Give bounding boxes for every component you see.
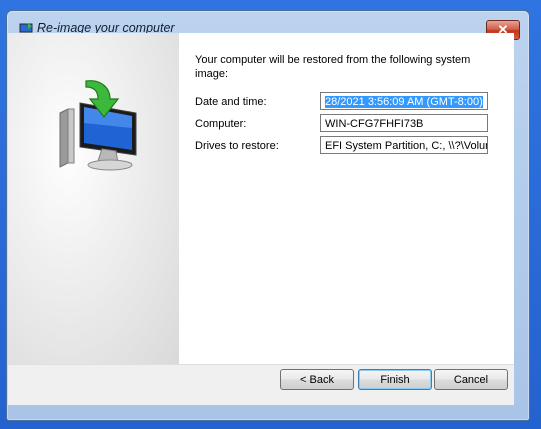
date-time-value: 28/2021 3:56:09 AM (GMT-8:00) [325, 96, 483, 108]
intro-text: Your computer will be restored from the … [195, 54, 471, 80]
computer-label: Computer: [195, 118, 247, 130]
back-button[interactable]: < Back [280, 369, 354, 390]
cancel-button[interactable]: Cancel [434, 369, 508, 390]
finish-button[interactable]: Finish [358, 369, 432, 390]
side-panel [8, 33, 179, 364]
date-time-label: Date and time: [195, 96, 267, 108]
drives-label: Drives to restore: [195, 140, 279, 152]
dialog-body: Your computer will be restored from the … [8, 33, 514, 364]
date-time-field[interactable]: 28/2021 3:56:09 AM (GMT-8:00) [320, 92, 488, 110]
drives-field[interactable]: EFI System Partition, C:, \\?\Volur [320, 136, 488, 154]
computer-restore-icon [59, 80, 137, 171]
computer-field[interactable]: WIN-CFG7FHFI73B [320, 114, 488, 132]
